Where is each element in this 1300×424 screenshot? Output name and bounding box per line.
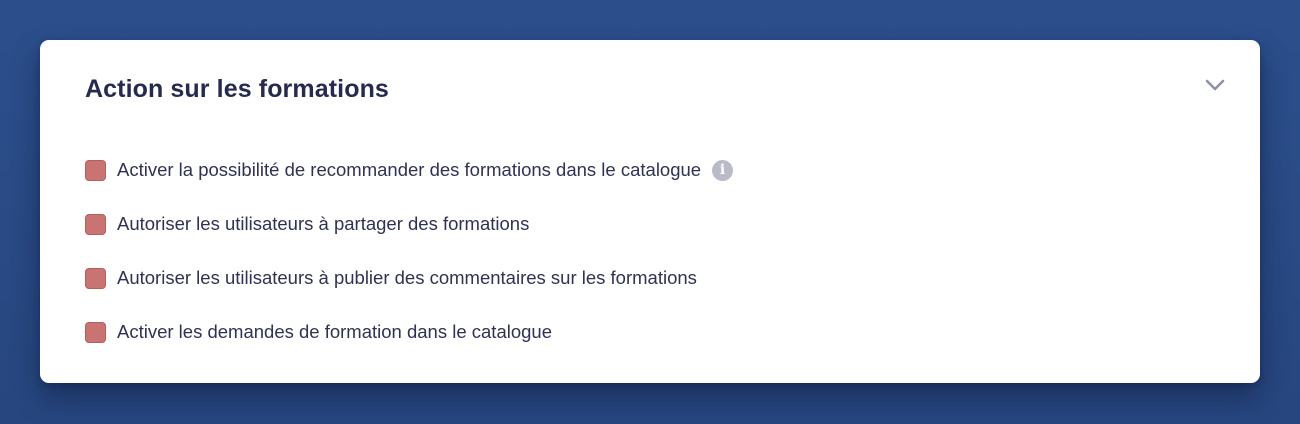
option-label: Autoriser les utilisateurs à publier des… [117, 267, 697, 288]
option-share-trainings[interactable]: Autoriser les utilisateurs à partager de… [85, 210, 733, 238]
checkbox-recommend-trainings[interactable] [85, 159, 106, 181]
panel-title: Action sur les formations [85, 75, 389, 103]
option-label: Autoriser les utilisateurs à partager de… [117, 213, 530, 234]
option-comment-trainings[interactable]: Autoriser les utilisateurs à publier des… [85, 264, 733, 292]
checkbox-share-trainings[interactable] [85, 213, 106, 235]
info-icon[interactable]: i [712, 159, 734, 181]
option-label: Activer la possibilité de recommander de… [117, 159, 702, 180]
chevron-down-icon[interactable] [1204, 74, 1226, 96]
option-label: Activer les demandes de formation dans l… [117, 321, 553, 342]
option-training-requests[interactable]: Activer les demandes de formation dans l… [85, 318, 733, 346]
option-recommend-trainings[interactable]: Activer la possibilité de recommander de… [85, 156, 734, 184]
checkbox-training-requests[interactable] [85, 321, 106, 343]
options-list: Activer la possibilité de recommander de… [85, 156, 734, 372]
settings-panel: Action sur les formations Activer la pos… [40, 40, 1260, 383]
checkbox-comment-trainings[interactable] [85, 267, 106, 289]
